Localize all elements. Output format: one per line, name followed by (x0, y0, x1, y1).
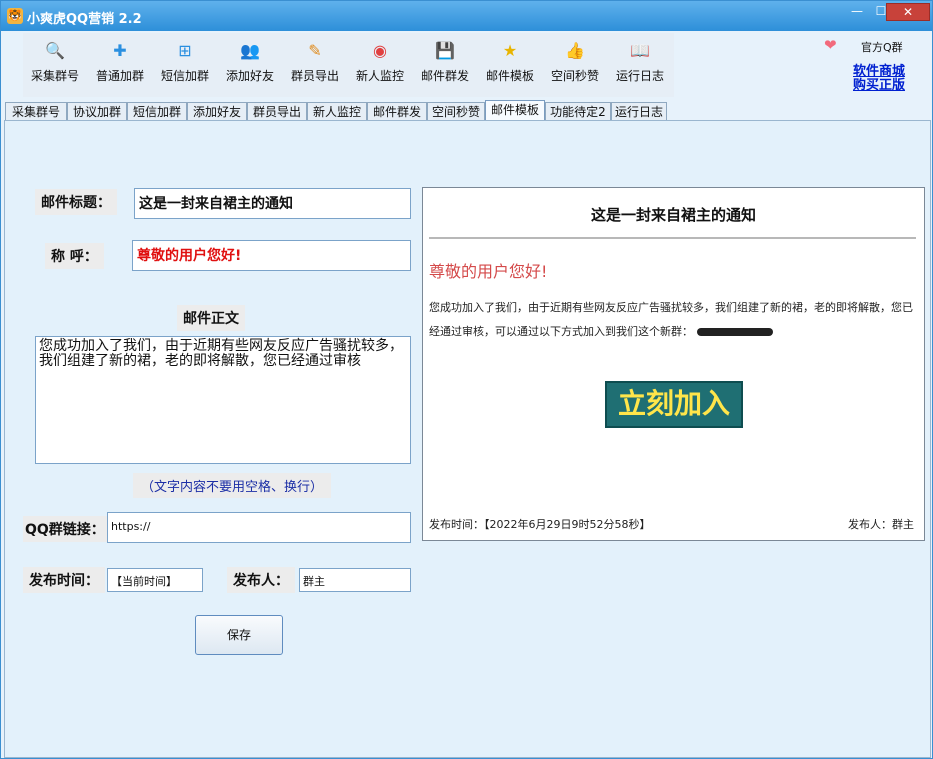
preview-body: 您成功加入了我们，由于近期有些网友反应广告骚扰较多，我们组建了新的裙，老的即将解… (429, 296, 919, 344)
pencil-icon: ✎ (308, 41, 322, 60)
record-icon: ◉ (373, 41, 387, 60)
thumb-up-icon: 👍 (565, 41, 585, 60)
tab-3[interactable]: 短信加群 (127, 102, 187, 120)
software-shop-link[interactable]: 软件商城 购买正版 (853, 65, 905, 93)
preview-publisher: 发布人：群主 (848, 518, 914, 531)
toolbar-button-7[interactable]: 💾 邮件群发 (413, 37, 477, 95)
qq-link-input[interactable]: https:// (107, 512, 411, 543)
tab-8[interactable]: 空间秒赞 (427, 102, 485, 120)
qq-link-label: QQ群链接： (23, 516, 107, 542)
toolbar-button-1[interactable]: 🔍 采集群号 (23, 37, 87, 95)
toolbar-button-label: 群员导出 (290, 69, 339, 83)
redacted-group-number (697, 328, 773, 336)
toolbar-button-label: 短信加群 (160, 69, 209, 83)
tab-2[interactable]: 协议加群 (67, 102, 127, 120)
toolbar-button-label: 运行日志 (615, 69, 664, 83)
preview-publish-time: 发布时间：【2022年6月29日9时52分58秒】 (429, 518, 651, 531)
toolbar-button-label: 邮件群发 (420, 69, 469, 83)
toolbar-button-label: 采集群号 (30, 69, 79, 83)
join-now-button[interactable]: 立刻加入 (605, 381, 743, 428)
preview-greeting: 尊敬的用户您好! (429, 262, 548, 281)
toolbar-button-3[interactable]: ⊞ 短信加群 (153, 37, 217, 95)
search-icon: 🔍 (45, 41, 65, 60)
tab-9[interactable]: 邮件模板 (485, 100, 545, 121)
users-icon: 👥 (240, 41, 260, 60)
publisher-label: 发布人： (227, 567, 295, 593)
star-icon: ★ (502, 41, 518, 60)
preview-title: 这是一封来自裙主的通知 (590, 206, 756, 224)
publisher-input[interactable]: 群主 (299, 568, 411, 592)
toolbar-button-8[interactable]: ★ 邮件模板 (478, 37, 542, 95)
body-label: 邮件正文 (177, 305, 245, 331)
subject-label: 邮件标题： (35, 189, 117, 215)
tab-1[interactable]: 采集群号 (5, 102, 67, 120)
close-button[interactable]: ✕ (886, 3, 930, 21)
title-bar: 🐯 小爽虎QQ营销 2.2 — ☐ ✕ (1, 1, 932, 31)
plus-box-icon: ⊞ (178, 41, 192, 60)
tab-6[interactable]: 新人监控 (307, 102, 367, 120)
time-input[interactable]: 【当前时间】 (107, 568, 203, 592)
app-window: 🐯 小爽虎QQ营销 2.2 — ☐ ✕ 🔍 采集群号 ✚ 普通加群 ⊞ 短信加群 👥 添加好友… (0, 0, 933, 759)
toolbar-button-6[interactable]: ◉ 新人监控 (348, 37, 412, 95)
body-textarea[interactable]: 您成功加入了我们，由于近期有些网友反应广告骚扰较多，我们组建了新的裙，老的即将解… (35, 336, 411, 464)
toolbar-button-label: 添加好友 (225, 69, 274, 83)
preview-divider (429, 237, 916, 239)
toolbar: 🔍 采集群号 ✚ 普通加群 ⊞ 短信加群 👥 添加好友 ✎ 群员导出 ◉ 新人监控 💾 邮件群发 ★ 邮件模板… (23, 33, 674, 97)
plus-icon: ✚ (113, 41, 127, 60)
official-qq-group-link[interactable]: 官方Q群 (861, 39, 903, 55)
toolbar-button-label: 空间秒赞 (550, 69, 599, 83)
tab-11[interactable]: 运行日志 (611, 102, 667, 120)
book-icon: 📖 (630, 41, 650, 60)
tiger-logo-icon: 🐯 (7, 8, 23, 24)
toolbar-button-4[interactable]: 👥 添加好友 (218, 37, 282, 95)
greeting-label: 称 呼： (45, 243, 104, 269)
greeting-input[interactable]: 尊敬的用户您好! (132, 240, 411, 271)
tab-5[interactable]: 群员导出 (247, 102, 307, 120)
toolbar-button-10[interactable]: 📖 运行日志 (608, 37, 672, 95)
minimize-button[interactable]: — (844, 3, 870, 21)
time-label: 发布时间： (23, 567, 105, 593)
toolbar-button-label: 普通加群 (95, 69, 144, 83)
toolbar-button-2[interactable]: ✚ 普通加群 (88, 37, 152, 95)
mail-preview: 这是一封来自裙主的通知 尊敬的用户您好! 您成功加入了我们，由于近期有些网友反应… (422, 187, 925, 541)
tab-4[interactable]: 添加好友 (187, 102, 247, 120)
shop-line-2: 购买正版 (853, 78, 906, 93)
toolbar-button-5[interactable]: ✎ 群员导出 (283, 37, 347, 95)
tab-10[interactable]: 功能待定2 (545, 102, 611, 120)
tab-7[interactable]: 邮件群发 (367, 102, 427, 120)
window-title: 小爽虎QQ营销 2.2 (27, 12, 142, 27)
toolbar-button-9[interactable]: 👍 空间秒赞 (543, 37, 607, 95)
body-hint: （文字内容不要用空格、换行） (133, 473, 332, 498)
toolbar-button-label: 邮件模板 (485, 69, 534, 83)
preview-body-text: 您成功加入了我们，由于近期有些网友反应广告骚扰较多，我们组建了新的裙，老的即将解… (429, 301, 913, 338)
toolbar-button-label: 新人监控 (355, 69, 404, 83)
save-button[interactable]: 保存 (195, 615, 283, 655)
heart-icon: ❤ (824, 36, 837, 54)
save-icon: 💾 (435, 41, 455, 60)
shop-line-1: 软件商城 (853, 64, 906, 79)
subject-input[interactable]: 这是一封来自裙主的通知 (134, 188, 411, 219)
